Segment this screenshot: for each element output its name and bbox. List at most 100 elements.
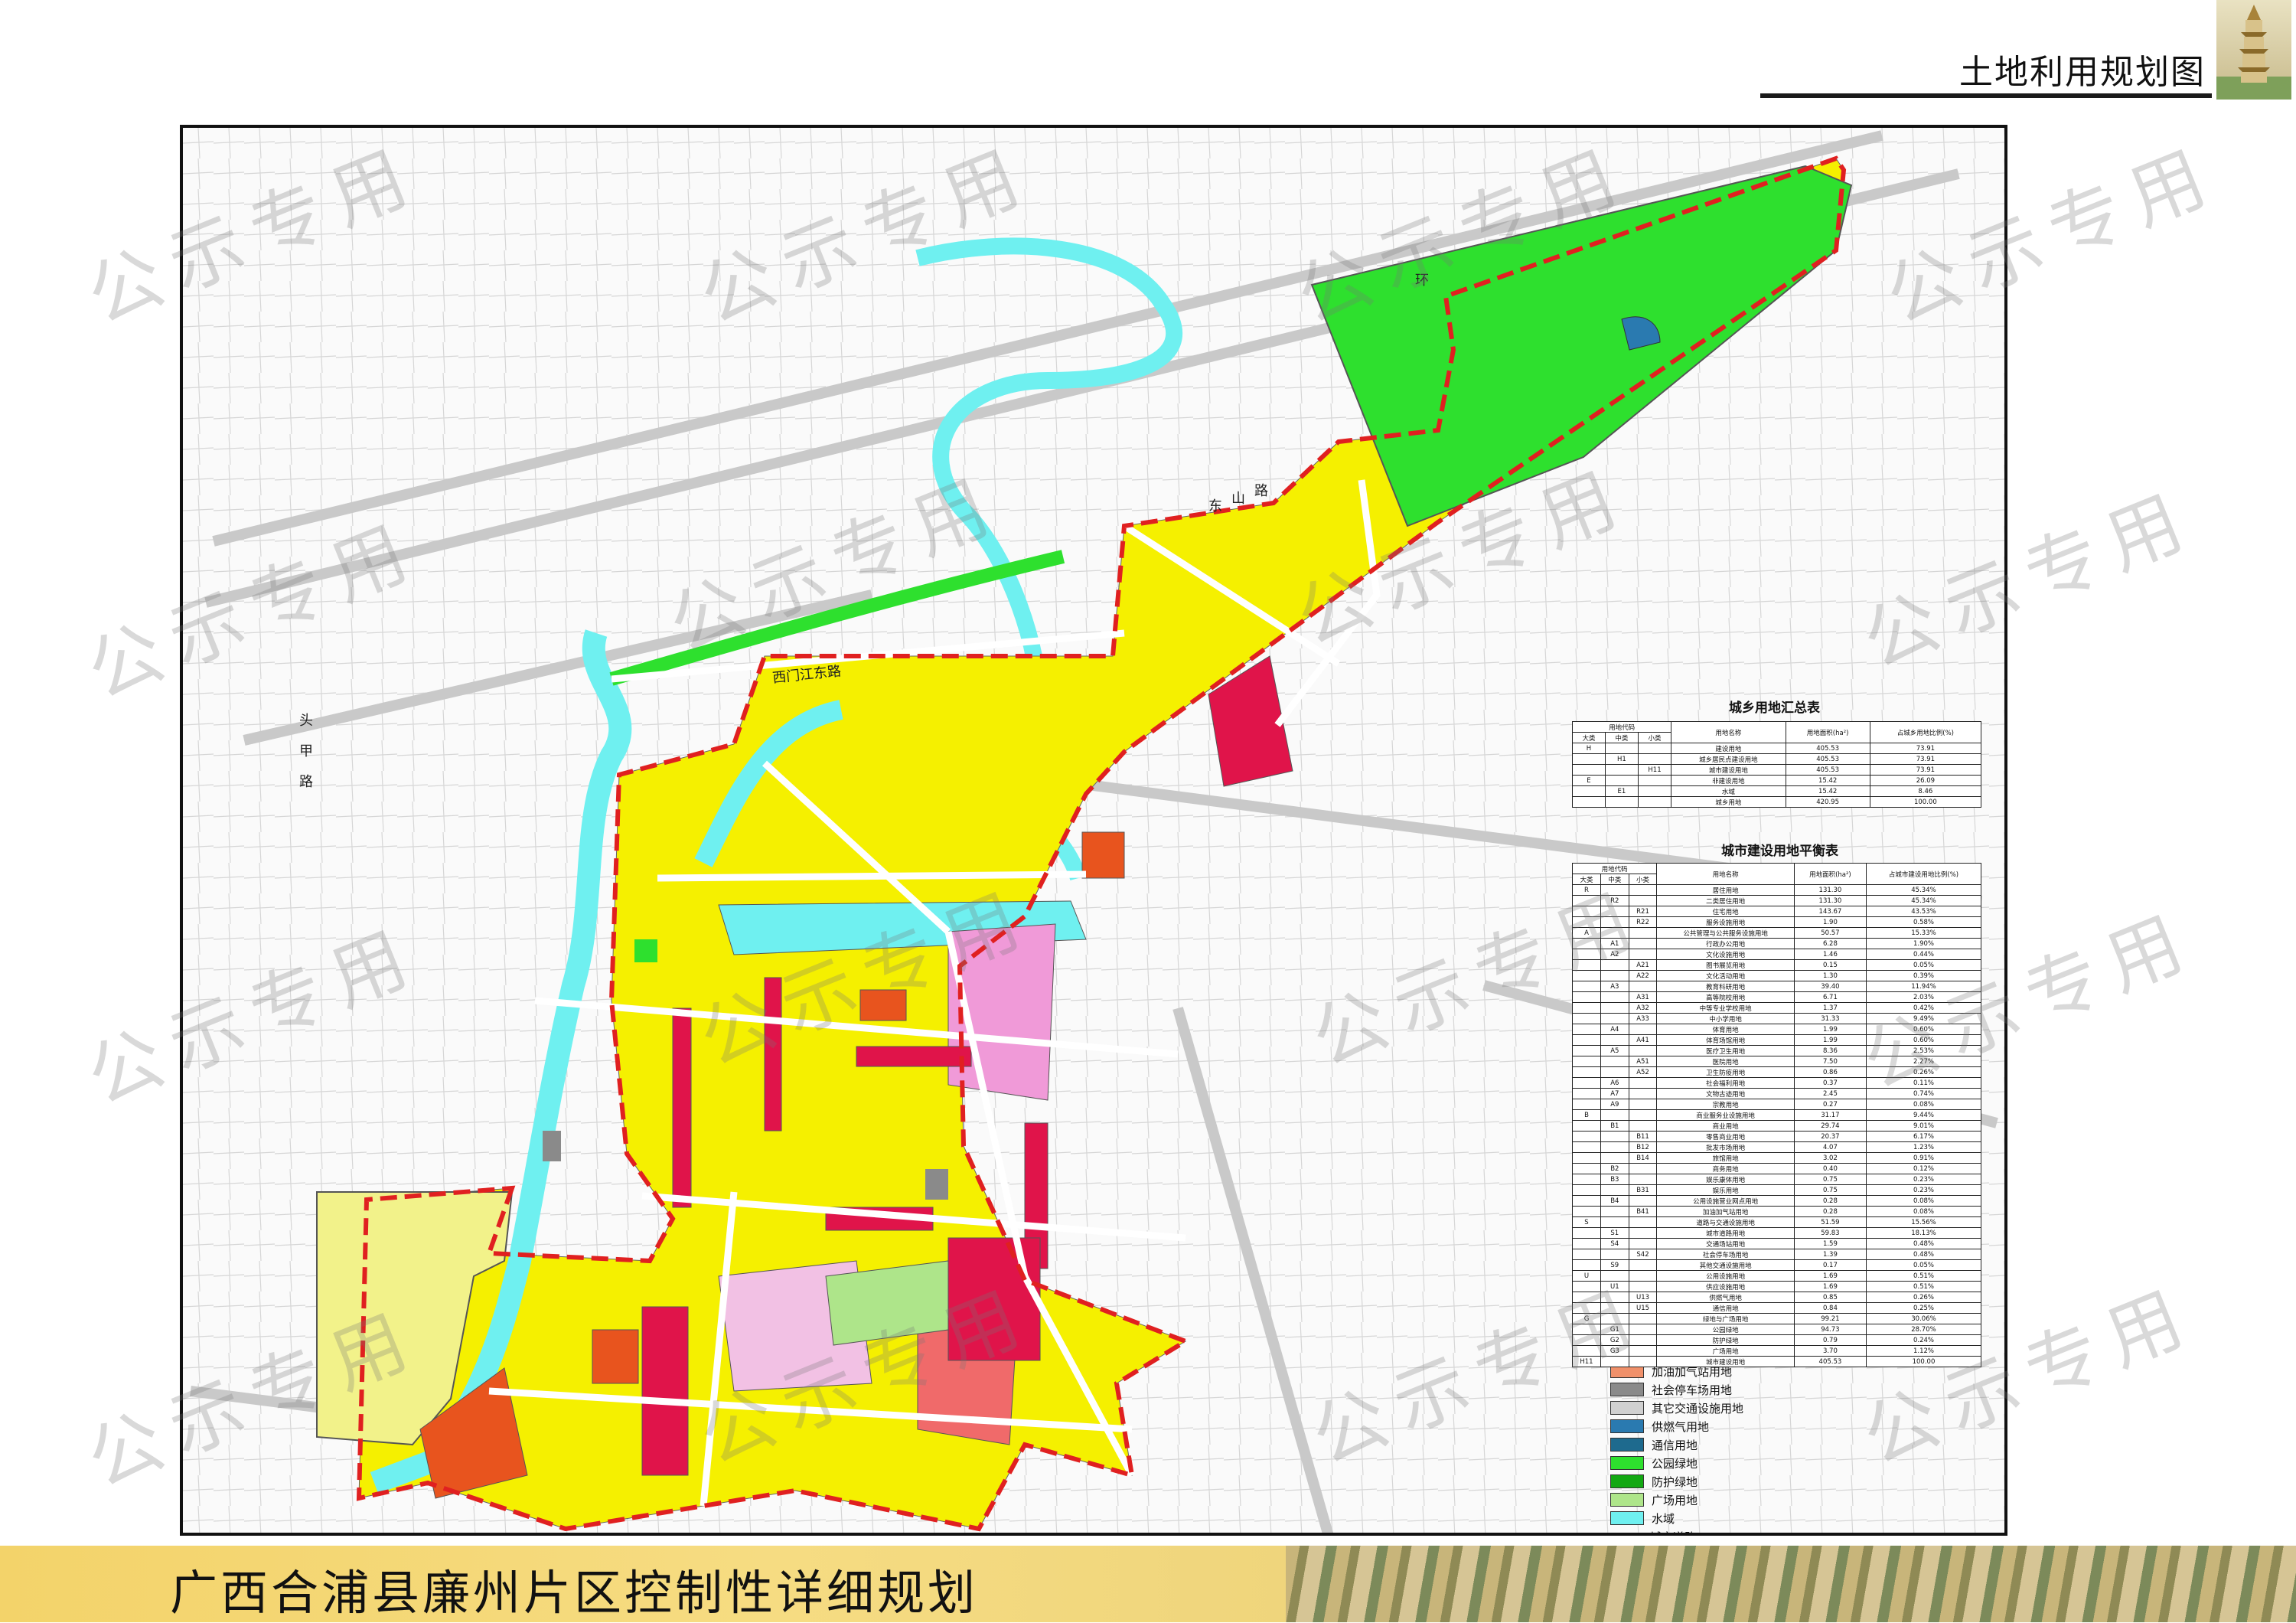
table-cell: 0.24%	[1865, 1334, 1982, 1346]
table-cell: E1	[1604, 785, 1639, 797]
table-row: A31 高等院校用地 6.71 2.03%	[1572, 991, 1982, 1003]
table-cell: 0.15	[1793, 959, 1867, 971]
table-cell: 6.17%	[1865, 1131, 1982, 1142]
legend-label: 公园绿地	[1652, 1456, 1698, 1471]
table-row: R2 二类居住用地 131.30 45.34%	[1572, 895, 1982, 906]
table-cell: 交通场站用地	[1656, 1238, 1795, 1249]
table-cell: 73.91	[1869, 743, 1982, 754]
table-header-cell: 占城乡用地比例(%)	[1869, 721, 1982, 743]
table-cell: 0.17	[1793, 1259, 1867, 1271]
table-row: E1 水域 15.42 8.46	[1572, 785, 1982, 797]
table-cell: A31	[1628, 991, 1658, 1003]
table-cell: H1	[1604, 753, 1639, 765]
table-row: B1 商业用地 29.74 9.01%	[1572, 1120, 1982, 1132]
table-cell	[1572, 1334, 1601, 1346]
table-cell	[1600, 1206, 1629, 1217]
legend-swatch	[1610, 1438, 1644, 1452]
table-cell: 旅馆用地	[1656, 1152, 1795, 1164]
table-cell: 加油加气站用地	[1656, 1206, 1795, 1217]
table-cell: H11	[1572, 1356, 1601, 1367]
table-cell: 100.00	[1865, 1356, 1982, 1367]
table-cell	[1572, 970, 1601, 981]
table-cell: 131.30	[1793, 884, 1867, 896]
table-cell: B2	[1600, 1163, 1629, 1174]
legend-swatch	[1610, 1493, 1644, 1507]
table-cell: 体育用地	[1656, 1024, 1795, 1035]
table-cell: 26.09	[1869, 775, 1982, 786]
table-cell: 6.71	[1793, 991, 1867, 1003]
table-cell	[1572, 1088, 1601, 1099]
table-cell: 1.39	[1793, 1249, 1867, 1260]
table-cell: 1.69	[1793, 1281, 1867, 1292]
table-row: S9 其他交通设施用地 0.17 0.05%	[1572, 1259, 1982, 1271]
table-cell	[1572, 1077, 1601, 1089]
table-row: S42 社会停车场用地 1.39 0.48%	[1572, 1249, 1982, 1260]
table-cell	[1600, 884, 1629, 896]
table-cell	[1572, 1227, 1601, 1239]
table-header-cell: 用地面积(ha²)	[1793, 863, 1867, 885]
table-cell	[1572, 1259, 1601, 1271]
table-cell	[1600, 1249, 1629, 1260]
table-cell: 15.33%	[1865, 927, 1982, 939]
table-cell: 商业用地	[1656, 1120, 1795, 1132]
table-cell: 城市建设用地	[1656, 1356, 1795, 1367]
table-cell: E	[1572, 775, 1606, 786]
table-cell: S9	[1600, 1259, 1629, 1271]
table-cell: 15.42	[1785, 775, 1870, 786]
table-header-cell: 中类	[1604, 732, 1639, 743]
table-cell	[1637, 785, 1672, 797]
table-cell: 城市建设用地	[1671, 764, 1786, 776]
land-use-map[interactable]: 环 西门江东路 头 甲 路 东 山 路 图例 商住综合用地住宅用地服务设施用地行…	[180, 125, 2007, 1536]
table-cell	[1628, 1099, 1658, 1110]
table-cell: A5	[1600, 1045, 1629, 1056]
table-cell: 0.42%	[1865, 1002, 1982, 1014]
table-cell	[1572, 1002, 1601, 1014]
table-cell: 1.90%	[1865, 938, 1982, 949]
legend-item: 广场用地	[1610, 1491, 1771, 1509]
table-cell: 公用设施营业网点用地	[1656, 1195, 1795, 1207]
table-cell: B31	[1628, 1184, 1658, 1196]
table-cell: B	[1572, 1109, 1601, 1121]
table-cell: A3	[1600, 981, 1629, 992]
table-cell: 1.23%	[1865, 1141, 1982, 1153]
table-cell: 30.06%	[1865, 1313, 1982, 1324]
table-cell	[1572, 1206, 1601, 1217]
table-cell: 供燃气用地	[1656, 1292, 1795, 1303]
table-cell: 45.34%	[1865, 884, 1982, 896]
table-header-cell: 用地名称	[1656, 863, 1795, 885]
table-row: 城乡用地 420.95 100.00	[1572, 796, 1982, 808]
table-cell: R2	[1600, 895, 1629, 906]
table-cell: R	[1572, 884, 1601, 896]
table-cell	[1600, 970, 1629, 981]
table-cell	[1600, 1292, 1629, 1303]
table-cell: 9.01%	[1865, 1120, 1982, 1132]
table-cell: 1.99	[1793, 1024, 1867, 1035]
table-cell: 通信用地	[1656, 1302, 1795, 1314]
table-cell	[1604, 775, 1639, 786]
table-cell: 0.51%	[1865, 1270, 1982, 1282]
table-cell: 405.53	[1785, 764, 1870, 776]
table-row: G3 广场用地 3.70 1.12%	[1572, 1345, 1982, 1357]
table-cell: 道路与交通设施用地	[1656, 1216, 1795, 1228]
table-cell: 1.30	[1793, 970, 1867, 981]
table-cell: 15.42	[1785, 785, 1870, 797]
map-label-road-8: 路	[1254, 483, 1268, 499]
table-row: S4 交通场站用地 1.59 0.48%	[1572, 1238, 1982, 1249]
table-cell	[1572, 1238, 1601, 1249]
table-cell: 城乡用地	[1671, 796, 1786, 808]
table-row: B4 公用设施营业网点用地 0.28 0.08%	[1572, 1195, 1982, 1207]
table-cell	[1628, 1216, 1658, 1228]
table-cell: 99.21	[1793, 1313, 1867, 1324]
table-cell: G3	[1600, 1345, 1629, 1357]
table-cell	[1572, 916, 1601, 928]
table-row: A7 文物古迹用地 2.45 0.74%	[1572, 1088, 1982, 1099]
table-cell: A52	[1628, 1066, 1658, 1078]
table-cell: 体育场馆用地	[1656, 1034, 1795, 1046]
legend-swatch	[1610, 1419, 1644, 1433]
legend-item: 通信用地	[1610, 1435, 1771, 1454]
table-cell	[1600, 1002, 1629, 1014]
table-cell: 卫生防疫用地	[1656, 1066, 1795, 1078]
table-cell	[1637, 743, 1672, 754]
table-cell: 0.91%	[1865, 1152, 1982, 1164]
table-cell: 0.86	[1793, 1066, 1867, 1078]
